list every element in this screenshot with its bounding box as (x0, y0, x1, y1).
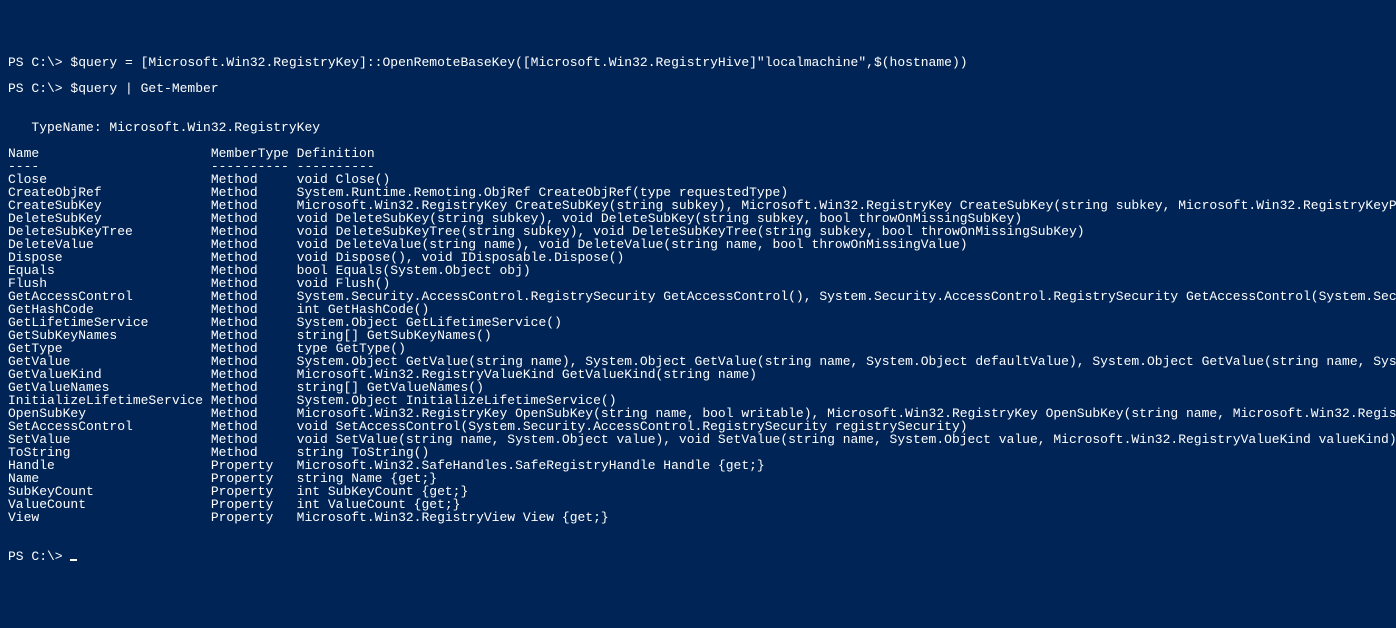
blank (8, 524, 1388, 537)
typename-line: TypeName: Microsoft.Win32.RegistryKey (8, 121, 1388, 134)
command-line-1[interactable]: PS C:\> $query = [Microsoft.Win32.Regist… (8, 56, 1388, 69)
powershell-terminal[interactable]: PS C:\> $query = [Microsoft.Win32.Regist… (8, 56, 1388, 563)
command-line-2[interactable]: PS C:\> $query | Get-Member (8, 82, 1388, 95)
cursor (70, 559, 77, 561)
table-row: View Property Microsoft.Win32.RegistryVi… (8, 511, 1388, 524)
blank (8, 95, 1388, 108)
prompt-line[interactable]: PS C:\> (8, 550, 1388, 563)
blank (8, 537, 1388, 550)
